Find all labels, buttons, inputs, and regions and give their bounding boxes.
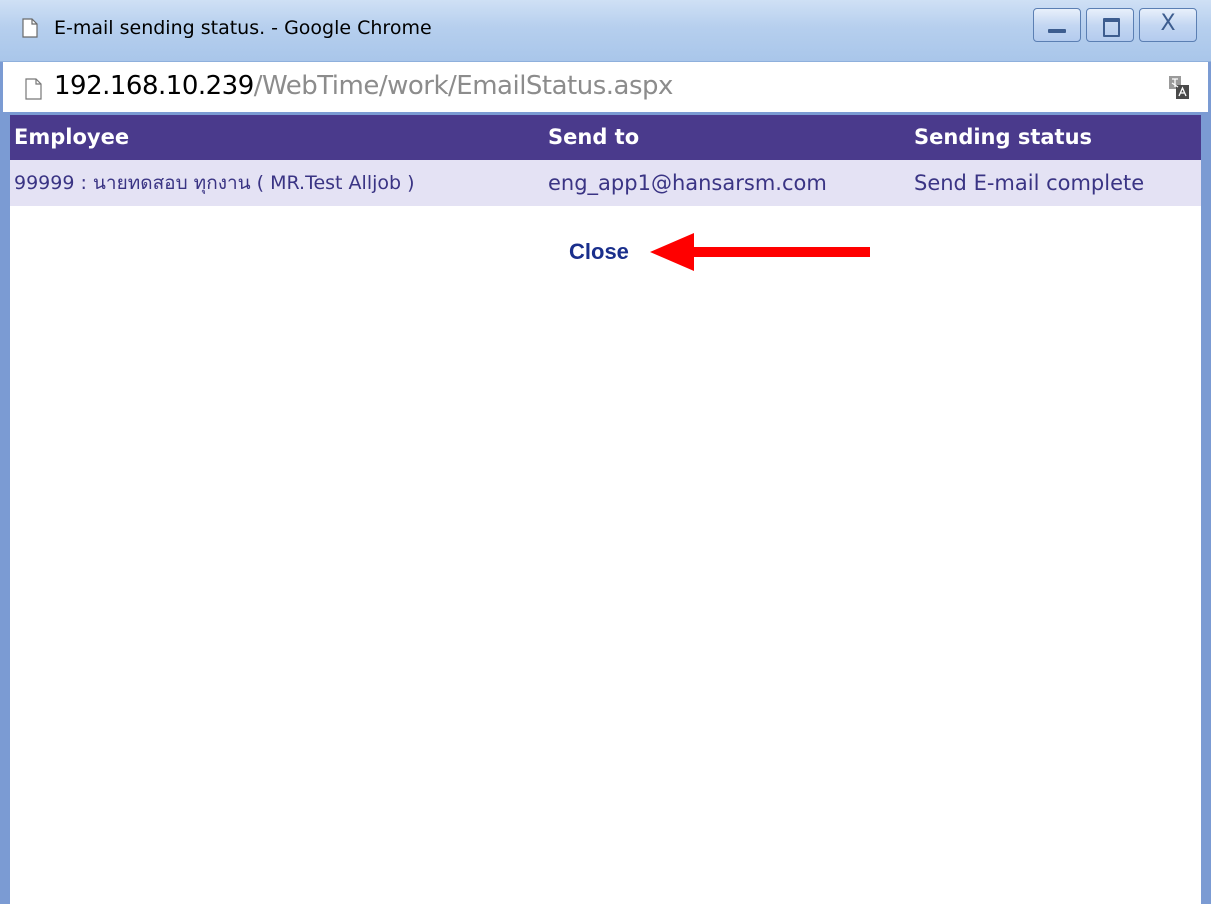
title-bar[interactable]: E-mail sending status. - Google Chrome X: [0, 0, 1211, 62]
email-status-table: Employee Send to Sending status 99999 : …: [10, 112, 1201, 206]
url-path: /WebTime/work/EmailStatus.aspx: [253, 71, 674, 101]
close-icon: X: [1160, 11, 1176, 36]
window-title: E-mail sending status. - Google Chrome: [54, 17, 432, 39]
cell-sending-status: Send E-mail complete: [910, 159, 1201, 206]
minimize-button[interactable]: [1033, 8, 1081, 42]
table-header-row: Employee Send to Sending status: [10, 112, 1201, 160]
document-icon: [25, 78, 42, 100]
address-bar[interactable]: 192.168.10.239/WebTime/work/EmailStatus.…: [0, 62, 1211, 112]
window-controls: X: [1033, 8, 1197, 44]
close-window-button[interactable]: X: [1139, 8, 1197, 42]
header-send-to: Send to: [544, 112, 910, 160]
cell-send-to: eng_app1@hansarsm.com: [544, 159, 910, 206]
page-icon: [22, 18, 38, 38]
header-sending-status: Sending status: [910, 112, 1201, 160]
translate-icon[interactable]: [1168, 75, 1190, 101]
page-content: Employee Send to Sending status 99999 : …: [0, 112, 1211, 904]
cell-employee: 99999 : นายทดสอบ ทุกงาน ( MR.Test Alljob…: [10, 159, 544, 206]
maximize-button[interactable]: [1086, 8, 1134, 42]
table-row: 99999 : นายทดสอบ ทุกงาน ( MR.Test Alljob…: [10, 159, 1201, 206]
browser-window: E-mail sending status. - Google Chrome X…: [0, 0, 1211, 904]
close-button[interactable]: Close: [569, 239, 629, 265]
header-employee: Employee: [10, 112, 544, 160]
url-text[interactable]: 192.168.10.239/WebTime/work/EmailStatus.…: [54, 71, 673, 101]
arrow-icon: [650, 233, 870, 271]
url-host: 192.168.10.239: [54, 71, 254, 101]
